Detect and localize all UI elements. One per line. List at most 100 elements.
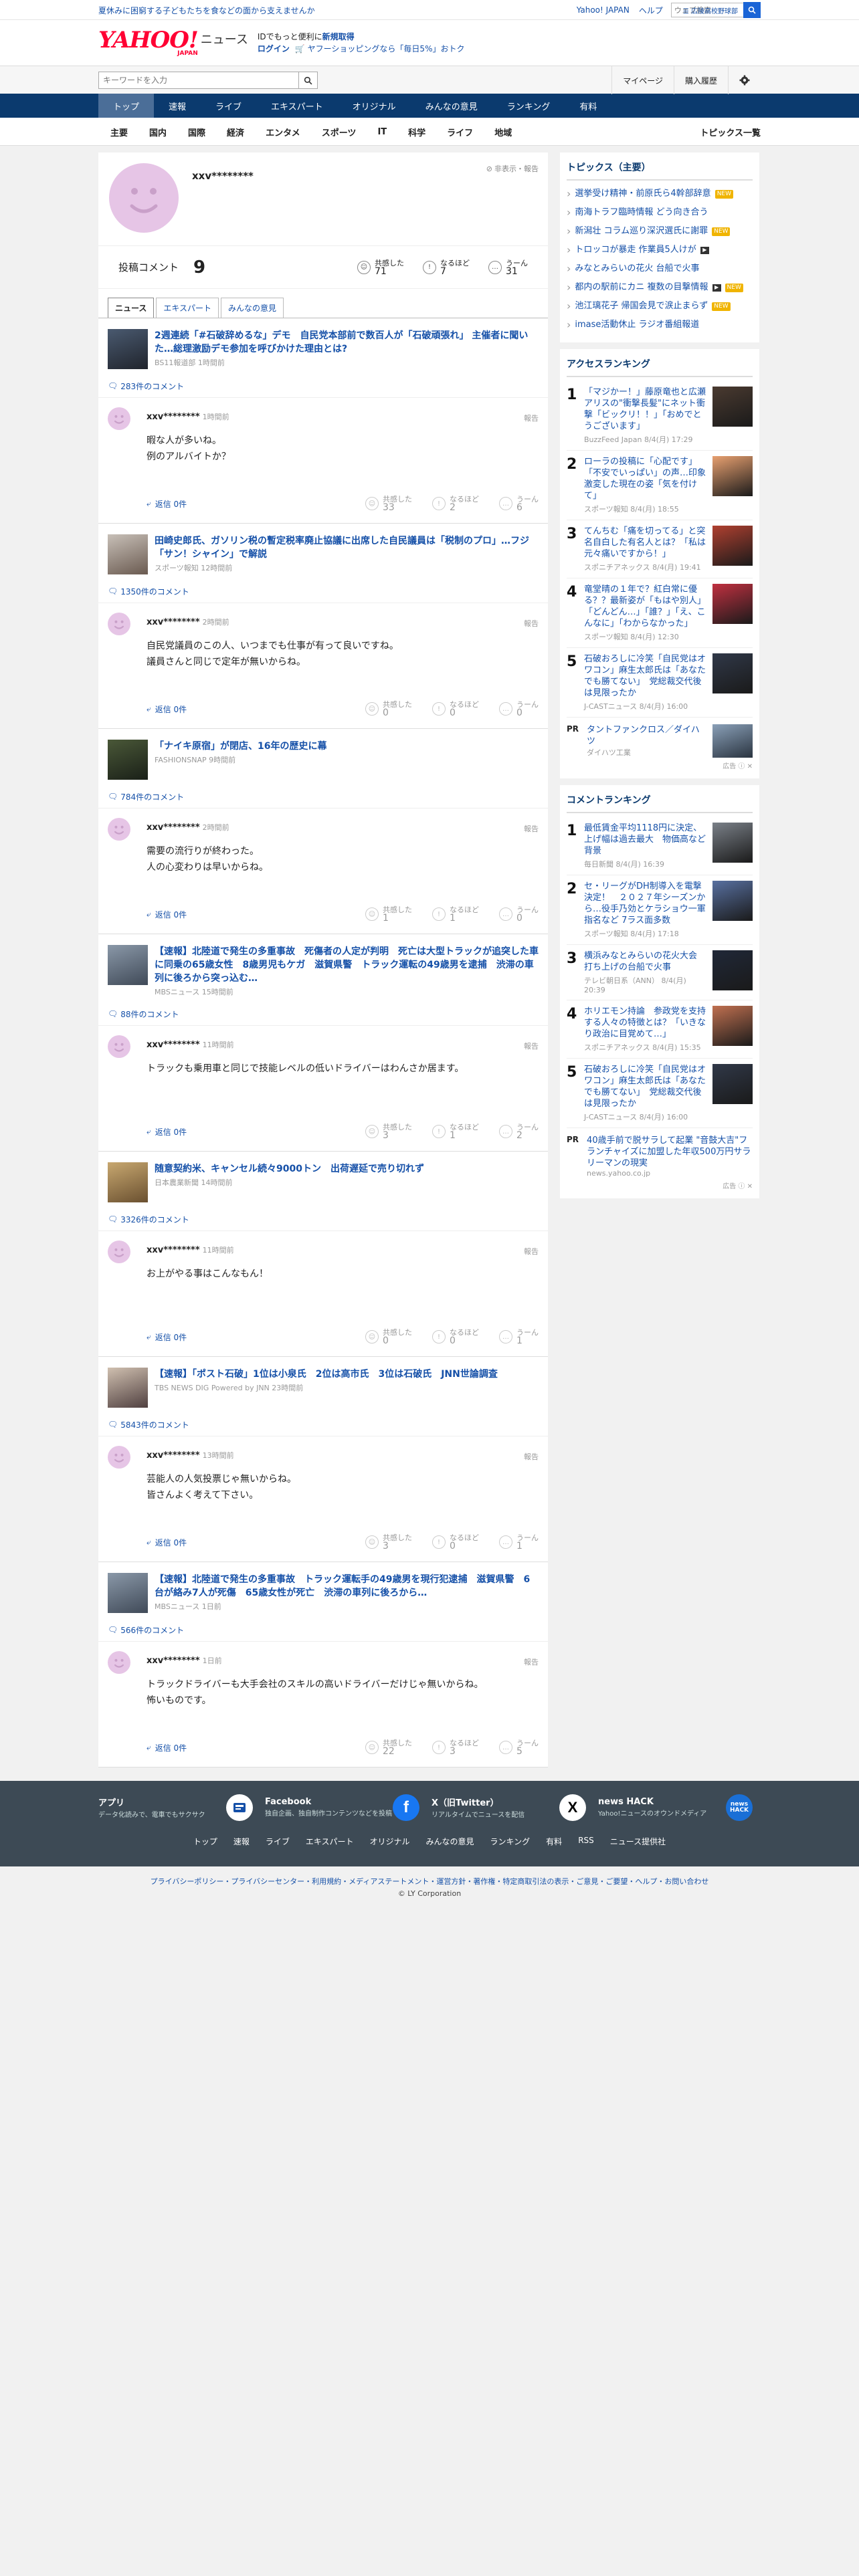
nav-original[interactable]: オリジナル: [338, 94, 411, 118]
react-empathy-button[interactable]: ☺ 共感した 3: [365, 1533, 412, 1551]
topic-item[interactable]: 都内の駅前にカニ 複数の目撃情報 ▶ NEW: [567, 278, 753, 297]
nav-expert[interactable]: エキスパート: [256, 94, 338, 118]
pr-ad[interactable]: PR タントファンクロス／ダイハツ ダイハツ工業: [567, 718, 753, 760]
article-title-link[interactable]: 「ナイキ原宿」が閉店、16年の歴史に幕: [155, 741, 326, 752]
login-link[interactable]: ログイン: [258, 44, 290, 53]
article-thumbnail[interactable]: [108, 1368, 148, 1408]
topic-item[interactable]: 選挙受け精神・前原氏ら4幹部辞意NEW: [567, 185, 753, 203]
info-icon[interactable]: ⓘ: [738, 763, 745, 770]
legal-text[interactable]: プライバシーポリシー・プライバシーセンター・利用規約・メディアステートメント・運…: [0, 1876, 859, 1888]
footer-nav-link[interactable]: ライブ: [266, 1836, 290, 1847]
report-link[interactable]: 報告: [524, 1041, 539, 1051]
react-doubt-button[interactable]: … うーん 6: [499, 495, 539, 512]
close-icon[interactable]: ✕: [747, 1183, 753, 1190]
react-insight-button[interactable]: ! なるほど 0: [432, 700, 479, 718]
footer-nav-link[interactable]: ランキング: [490, 1836, 531, 1847]
ranking-item[interactable]: 1 最低賃金平均1118円に決定、上げ幅は過去最大 物価高など背景 毎日新聞 8/…: [567, 817, 753, 875]
article-title-link[interactable]: 随意契約米、キャンセル続々9000トン 出荷遅延で売り切れず: [155, 1164, 424, 1174]
reply-button[interactable]: ⤶ 返信 0件: [147, 704, 187, 715]
report-link[interactable]: 報告: [524, 1656, 539, 1667]
reply-button[interactable]: ⤶ 返信 0件: [147, 1126, 187, 1138]
x-twitter-link[interactable]: X（旧Twitter） リアルタイムでニュースを配信 X: [432, 1789, 586, 1826]
comment-count-link[interactable]: 🗨 784件のコメント: [108, 789, 539, 804]
react-insight-button[interactable]: ! なるほど 1: [432, 1123, 479, 1140]
tab-opinions[interactable]: みんなの意見: [221, 298, 284, 318]
ranking-item[interactable]: 2 セ・リーグがDH制導入を電撃決定！ ２０２７年シーズンから…役手乃効とケラシ…: [567, 875, 753, 945]
react-empathy-button[interactable]: ☺ 共感した 33: [365, 495, 412, 512]
nav-top[interactable]: トップ: [98, 94, 155, 118]
react-empathy-button[interactable]: ☺ 共感した 0: [365, 1328, 412, 1346]
react-insight-button[interactable]: ! なるほど 2: [432, 495, 479, 512]
react-doubt-button[interactable]: … うーん 1: [499, 1533, 539, 1551]
topic-item[interactable]: 新潟壮 コラム巡り深沢選氏に謝罪 NEW: [567, 222, 753, 241]
react-doubt-button[interactable]: … うーん 2: [499, 1123, 539, 1140]
report-link[interactable]: 報告: [524, 1246, 539, 1257]
footer-nav-link[interactable]: エキスパート: [306, 1836, 354, 1847]
news-search-button[interactable]: [299, 72, 318, 89]
purchase-history-link[interactable]: 購入履歴: [673, 66, 728, 94]
reply-button[interactable]: ⤶ 返信 0件: [147, 1742, 187, 1753]
shopping-promo-link[interactable]: ヤフーショッピングなら「毎日5%」おトク: [308, 44, 465, 53]
footer-nav-link[interactable]: みんなの意見: [426, 1836, 474, 1847]
article-title-link[interactable]: 【速報】北陸道で発生の多重事故 トラック運転手の49歳男を現行犯逮捕 滋賀県警 …: [155, 1574, 530, 1598]
nav-breaking[interactable]: 速報: [154, 94, 201, 118]
article-title-link[interactable]: 田崎史郎氏、ガソリン税の暫定税率廃止協議に出席した自民議員は「税制のプロ」…フジ…: [155, 536, 529, 560]
comment-count-link[interactable]: 🗨 5843件のコメント: [108, 1417, 539, 1432]
article-thumbnail[interactable]: [108, 740, 148, 780]
news-search-input[interactable]: [98, 72, 299, 89]
topic-item[interactable]: みなとみらいの花火 台船で火事: [567, 259, 753, 278]
cat-economy[interactable]: 経済: [216, 126, 255, 138]
article-title-link[interactable]: 2週連続「#石破辞めるな」デモ 自民党本部前で数百人が「石破頑張れ」 主催者に聞…: [155, 330, 528, 354]
cat-science[interactable]: 科学: [397, 126, 436, 138]
topic-item[interactable]: 池江璃花子 帰国会見で涙止まらず NEW: [567, 297, 753, 316]
cat-domestic[interactable]: 国内: [138, 126, 177, 138]
hide-report-link[interactable]: ⊘ 非表示・報告: [486, 163, 539, 174]
promo-link[interactable]: 夏休みに困窮する子どもたちを食などの面から支えませんか: [98, 5, 577, 16]
react-empathy-button[interactable]: ☺ 共感した 0: [365, 700, 412, 718]
ranking-item[interactable]: 5 石破おろしに冷笑「自民党はオワコン」麻生太郎氏は「あなたでも勝てない」 党総…: [567, 648, 753, 718]
topic-item[interactable]: トロッコが暴走 作業員5人けが ▶: [567, 241, 753, 259]
react-insight-button[interactable]: ! なるほど 1: [432, 905, 479, 923]
ranking-item[interactable]: 4 ホリエモン持論 参政党を支持する人々の特徴とは？「いきなり政治に目覚めて…」…: [567, 1000, 753, 1059]
settings-button[interactable]: [728, 66, 761, 94]
nav-paid[interactable]: 有料: [565, 94, 611, 118]
article-title-link[interactable]: 【速報】「ポスト石破」1位は小泉氏 2位は高市氏 3位は石破氏 JNN世論調査: [155, 1369, 498, 1380]
tab-news[interactable]: ニュース: [108, 298, 155, 318]
footer-nav-link[interactable]: オリジナル: [370, 1836, 410, 1847]
report-link[interactable]: 報告: [524, 618, 539, 629]
article-thumbnail[interactable]: [108, 1162, 148, 1202]
reply-button[interactable]: ⤶ 返信 0件: [147, 1331, 187, 1343]
ranking-item[interactable]: 3 てんちむ「痛を切ってる」と突名自白した有名人とは？「私は元々痛いですから！」…: [567, 520, 753, 578]
facebook-link[interactable]: Facebook 独自企画、独自制作コンテンツなどを投稿 f: [265, 1789, 419, 1826]
footer-nav-link[interactable]: ニュース提供社: [610, 1836, 666, 1847]
nav-opinions[interactable]: みんなの意見: [411, 94, 492, 118]
ranking-item[interactable]: 2 ローラの投稿に「心配です」「不安でいっぱい」の声…印象激変した現在の姿「気を…: [567, 451, 753, 520]
nav-ranking[interactable]: ランキング: [492, 94, 565, 118]
react-empathy-button[interactable]: ☺ 共感した 1: [365, 905, 412, 923]
react-doubt-button[interactable]: … うーん 0: [499, 905, 539, 923]
cat-world[interactable]: 国際: [177, 126, 216, 138]
pr-ad-2[interactable]: PR 40歳手前で脱サラして起業 "音鼓大吉"フランチャイズに加盟した年収500…: [567, 1128, 753, 1180]
reply-button[interactable]: ⤶ 返信 0件: [147, 498, 187, 510]
web-search-input[interactable]: [670, 3, 750, 17]
article-thumbnail[interactable]: [108, 945, 148, 985]
comment-count-link[interactable]: 🗨 1350件のコメント: [108, 584, 539, 599]
info-icon[interactable]: ⓘ: [738, 1183, 745, 1190]
footer-nav-link[interactable]: 速報: [233, 1836, 250, 1847]
ranking-item[interactable]: 4 竜堂晴の１年で？紅白常に優る？？最新姿が「もはや別人」「どんどん…」「誰？」…: [567, 578, 753, 648]
mypage-link[interactable]: マイページ: [611, 66, 674, 94]
report-link[interactable]: 報告: [524, 1451, 539, 1462]
yahoo-news-logo[interactable]: YAHOO! JAPAN ニュース: [98, 29, 248, 57]
react-insight-button[interactable]: ! なるほど 0: [432, 1533, 479, 1551]
tab-expert[interactable]: エキスパート: [156, 298, 219, 318]
comment-count-link[interactable]: 🗨 283件のコメント: [108, 379, 539, 393]
cat-entertainment[interactable]: エンタメ: [255, 126, 311, 138]
all-topics-link[interactable]: トピックス一覧: [700, 126, 761, 138]
nav-live[interactable]: ライブ: [201, 94, 256, 118]
article-title-link[interactable]: 【速報】北陸道で発生の多重事故 死傷者の人定が判明 死亡は大型トラックが追突した…: [155, 946, 539, 984]
ranking-item[interactable]: 5 石破おろしに冷笑「自民党はオワコン」麻生太郎氏は「あなたでも勝てない」 党総…: [567, 1059, 753, 1128]
ranking-item[interactable]: 1 「マジかー！」藤原竜也と広瀬アリスの"衝撃長髪"にネット衝撃「ビックリ！！」…: [567, 381, 753, 451]
article-thumbnail[interactable]: [108, 329, 148, 369]
cat-life[interactable]: ライフ: [436, 126, 484, 138]
cat-main[interactable]: 主要: [98, 126, 138, 138]
